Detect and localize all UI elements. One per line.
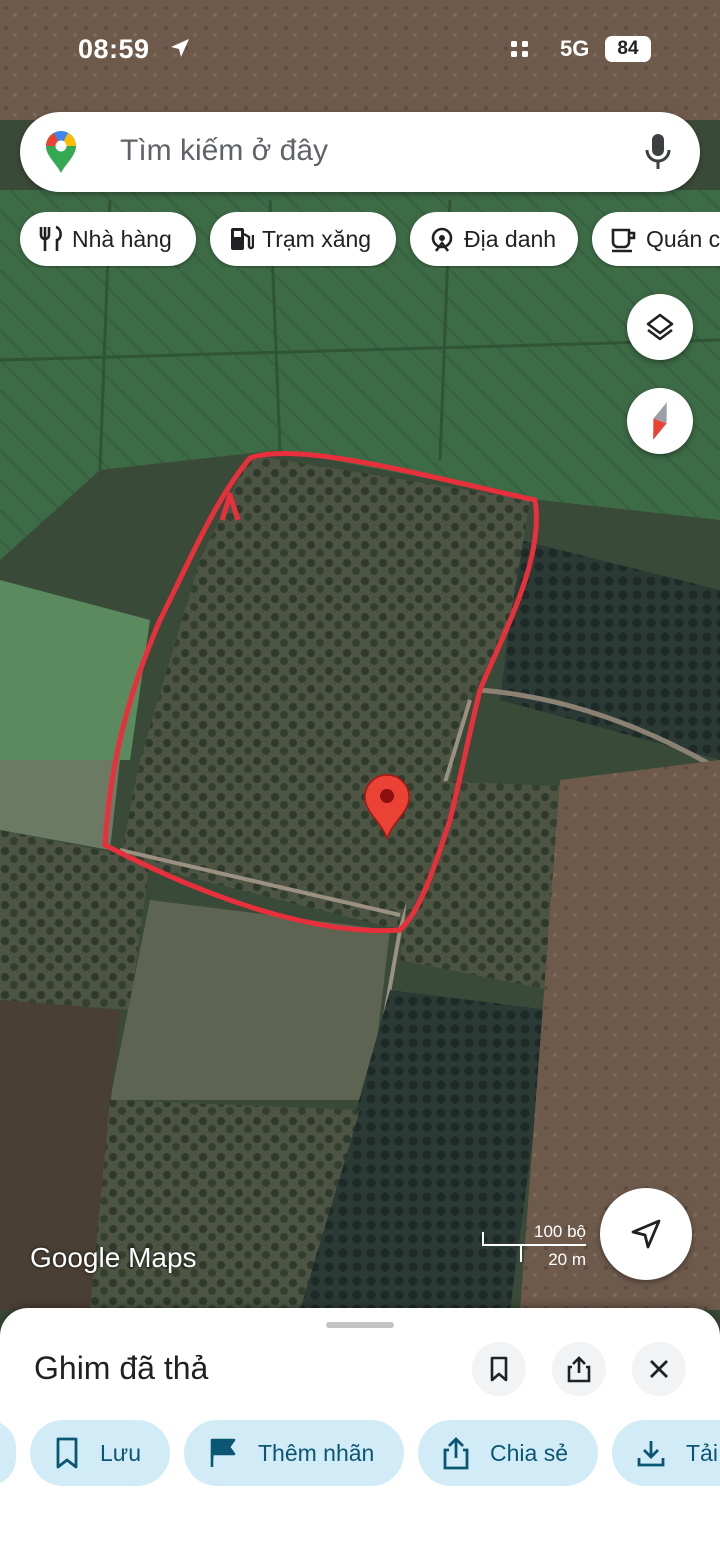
coffee-icon: [611, 228, 636, 253]
category-chips: Nhà hàng Trạm xăng Địa danh Quán c: [0, 212, 720, 268]
action-buttons-row: Lưu Thêm nhãn Chia sẻ Tải: [0, 1420, 720, 1490]
download-button[interactable]: Tải: [612, 1420, 720, 1486]
layers-icon: [646, 313, 674, 341]
chip-landmarks[interactable]: Địa danh: [410, 212, 578, 266]
action-label: Lưu: [100, 1439, 141, 1466]
share-icon-button[interactable]: [552, 1342, 606, 1396]
search-bar[interactable]: Tìm kiếm ở đây: [20, 112, 700, 192]
gas-station-icon: [231, 228, 254, 250]
bookmark-icon: [490, 1356, 508, 1382]
place-bottom-sheet: Ghim đã thả Lưu Thêm nhãn Chia sẻ Tải: [0, 1308, 720, 1559]
search-input[interactable]: Tìm kiếm ở đây: [120, 134, 328, 168]
battery-level: 84: [605, 36, 651, 62]
google-maps-pin-icon: [46, 131, 76, 173]
action-label: Chia sẻ: [490, 1439, 568, 1466]
save-icon-button[interactable]: [472, 1342, 526, 1396]
close-icon: [650, 1360, 668, 1378]
microphone-icon[interactable]: [644, 132, 672, 172]
drag-handle[interactable]: [326, 1322, 394, 1328]
share-icon: [443, 1437, 469, 1470]
scale-tick: [520, 1244, 522, 1262]
compass-icon: [653, 402, 667, 440]
compass-button[interactable]: [627, 388, 693, 454]
share-icon: [567, 1356, 591, 1383]
chip-cafes[interactable]: Quán c: [592, 212, 720, 266]
network-type: 5G: [560, 36, 590, 61]
attribution-text: Google Maps: [30, 1242, 197, 1273]
scale-meters: 20 m: [548, 1250, 586, 1269]
chip-label: Địa danh: [464, 225, 557, 252]
map-scale: 100 bộ 20 m: [482, 1222, 592, 1272]
chip-label: Trạm xăng: [262, 225, 372, 252]
chip-label: Nhà hàng: [72, 225, 172, 252]
scale-feet: 100 bộ: [534, 1222, 586, 1241]
navigation-arrow-icon: [631, 1219, 661, 1249]
my-location-button[interactable]: [600, 1188, 692, 1280]
status-bar: 08:59 5G 84: [0, 28, 720, 72]
chip-gas-stations[interactable]: Trạm xăng: [210, 212, 396, 266]
landmark-icon: [431, 227, 453, 252]
action-label: Tải: [686, 1439, 718, 1466]
action-label: Thêm nhãn: [258, 1439, 375, 1466]
add-label-button[interactable]: Thêm nhãn: [184, 1420, 404, 1486]
share-button[interactable]: Chia sẻ: [418, 1420, 598, 1486]
flag-icon: [210, 1438, 236, 1467]
scale-bar: [482, 1244, 586, 1246]
save-button[interactable]: Lưu: [30, 1420, 170, 1486]
chip-restaurants[interactable]: Nhà hàng: [20, 212, 196, 266]
action-button-offscreen[interactable]: [0, 1420, 16, 1486]
download-icon: [637, 1441, 665, 1467]
google-maps-attribution: Google Maps: [30, 1242, 197, 1274]
sheet-title: Ghim đã thả: [34, 1350, 209, 1386]
bookmark-icon: [56, 1437, 78, 1469]
layers-button[interactable]: [627, 294, 693, 360]
fork-knife-icon: [39, 225, 62, 251]
location-arrow-icon: [171, 39, 189, 57]
close-button[interactable]: [632, 1342, 686, 1396]
chip-label: Quán c: [646, 225, 720, 252]
status-time: 08:59: [78, 34, 150, 64]
signal-icon: [511, 41, 528, 57]
